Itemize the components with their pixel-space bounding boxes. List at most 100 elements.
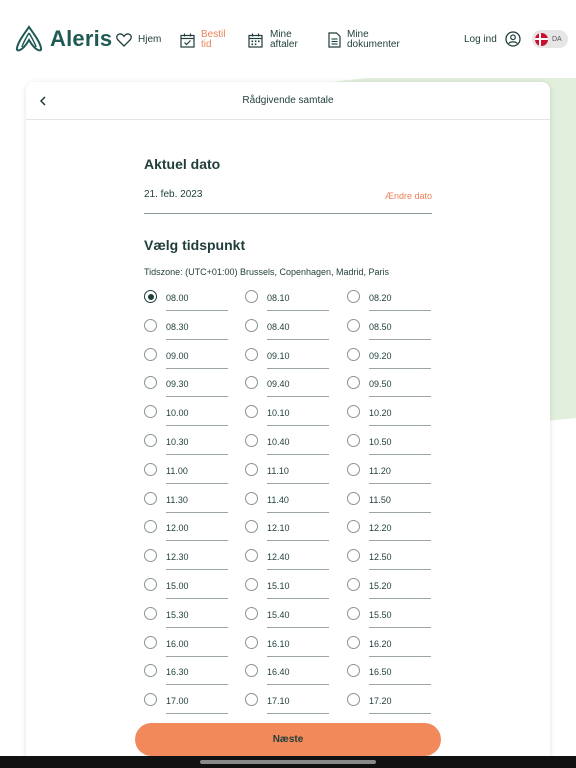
time-slot-radio[interactable] xyxy=(144,520,157,534)
time-slot-radio[interactable] xyxy=(347,462,360,476)
time-slot[interactable]: 09.50 xyxy=(347,372,431,401)
time-slot-radio[interactable] xyxy=(245,318,258,332)
time-slot-radio[interactable] xyxy=(144,376,157,390)
time-slot[interactable]: 12.10 xyxy=(245,516,329,545)
time-slot-radio[interactable] xyxy=(347,664,360,678)
time-slot[interactable]: 12.20 xyxy=(347,516,431,545)
time-slot[interactable]: 12.30 xyxy=(144,545,228,574)
time-slot-radio[interactable] xyxy=(245,693,258,707)
time-slot[interactable]: 10.20 xyxy=(347,401,431,430)
next-button[interactable]: Næste xyxy=(135,723,441,756)
time-slot-radio[interactable] xyxy=(347,347,360,361)
language-switch[interactable]: DA xyxy=(532,30,568,48)
time-slot[interactable]: 08.40 xyxy=(245,315,329,344)
time-slot-radio[interactable] xyxy=(245,635,258,649)
time-slot-radio[interactable] xyxy=(144,318,157,332)
time-slot[interactable]: 15.10 xyxy=(245,574,329,603)
time-slot[interactable]: 10.10 xyxy=(245,401,329,430)
time-slot[interactable]: 16.20 xyxy=(347,632,431,661)
time-slot-radio[interactable] xyxy=(144,290,157,303)
time-slot-radio[interactable] xyxy=(245,606,258,620)
time-slot[interactable]: 17.20 xyxy=(347,689,431,718)
time-slot[interactable]: 16.10 xyxy=(245,632,329,661)
change-date-link[interactable]: Ændre dato xyxy=(385,191,432,201)
time-slot[interactable]: 15.30 xyxy=(144,603,228,632)
time-slot[interactable]: 08.10 xyxy=(245,286,329,315)
user-icon[interactable] xyxy=(505,31,521,47)
time-slot[interactable]: 16.30 xyxy=(144,660,228,689)
time-slot[interactable]: 08.50 xyxy=(347,315,431,344)
time-slot-radio[interactable] xyxy=(347,693,360,707)
time-slot-radio[interactable] xyxy=(245,491,258,505)
time-slot-radio[interactable] xyxy=(347,376,360,390)
time-slot[interactable]: 17.10 xyxy=(245,689,329,718)
time-slot-radio[interactable] xyxy=(347,290,360,303)
time-slot[interactable]: 09.20 xyxy=(347,344,431,373)
time-slot[interactable]: 15.40 xyxy=(245,603,329,632)
time-slot[interactable]: 11.00 xyxy=(144,459,228,488)
time-slot[interactable]: 08.00 xyxy=(144,286,228,315)
time-slot-radio[interactable] xyxy=(144,462,157,476)
time-slot-radio[interactable] xyxy=(245,405,258,419)
time-slot-radio[interactable] xyxy=(347,635,360,649)
time-slot-radio[interactable] xyxy=(347,405,360,419)
time-slot[interactable]: 15.20 xyxy=(347,574,431,603)
time-slot-radio[interactable] xyxy=(144,693,157,707)
nav-book-appointment[interactable]: Bestil tid xyxy=(180,30,225,50)
time-slot-radio[interactable] xyxy=(245,520,258,534)
time-slot-radio[interactable] xyxy=(347,578,360,591)
time-slot[interactable]: 11.20 xyxy=(347,459,431,488)
time-slot-radio[interactable] xyxy=(347,520,360,534)
time-slot-radio[interactable] xyxy=(144,664,157,678)
time-slot[interactable]: 11.30 xyxy=(144,488,228,517)
time-slot-radio[interactable] xyxy=(245,462,258,476)
time-slot[interactable]: 09.10 xyxy=(245,344,329,373)
time-slot[interactable]: 08.30 xyxy=(144,315,228,344)
time-slot[interactable]: 11.10 xyxy=(245,459,329,488)
time-slot[interactable]: 16.50 xyxy=(347,660,431,689)
time-slot[interactable]: 12.00 xyxy=(144,516,228,545)
time-slot-radio[interactable] xyxy=(144,578,157,591)
time-slot-radio[interactable] xyxy=(245,347,258,361)
time-slot-radio[interactable] xyxy=(144,635,157,649)
nav-home[interactable]: Hjem xyxy=(116,32,161,47)
login-link[interactable]: Log ind xyxy=(464,34,497,45)
time-slot[interactable]: 11.50 xyxy=(347,488,431,517)
time-slot-radio[interactable] xyxy=(245,549,258,563)
time-slot[interactable]: 09.40 xyxy=(245,372,329,401)
time-slot-radio[interactable] xyxy=(144,434,157,447)
time-slot[interactable]: 10.00 xyxy=(144,401,228,430)
time-slot[interactable]: 17.00 xyxy=(144,689,228,718)
time-slot-radio[interactable] xyxy=(347,606,360,620)
time-slot-radio[interactable] xyxy=(347,434,360,447)
time-slot[interactable]: 12.50 xyxy=(347,545,431,574)
time-slot-radio[interactable] xyxy=(347,549,360,563)
time-slot-radio[interactable] xyxy=(144,405,157,419)
time-slot-radio[interactable] xyxy=(245,376,258,390)
time-slot[interactable]: 08.20 xyxy=(347,286,431,315)
time-slot[interactable]: 16.00 xyxy=(144,632,228,661)
time-slot-radio[interactable] xyxy=(144,606,157,620)
time-slot-radio[interactable] xyxy=(144,347,157,361)
time-slot-radio[interactable] xyxy=(347,318,360,332)
time-slot[interactable]: 09.30 xyxy=(144,372,228,401)
aleris-logo[interactable]: Aleris xyxy=(14,24,112,54)
time-slot[interactable]: 15.00 xyxy=(144,574,228,603)
time-slot[interactable]: 09.00 xyxy=(144,344,228,373)
time-slot[interactable]: 11.40 xyxy=(245,488,329,517)
time-slot-radio[interactable] xyxy=(245,290,258,303)
time-slot-radio[interactable] xyxy=(245,578,258,591)
time-slot[interactable]: 16.40 xyxy=(245,660,329,689)
time-slot-radio[interactable] xyxy=(347,491,360,505)
time-slot[interactable]: 10.40 xyxy=(245,430,329,459)
time-slot-radio[interactable] xyxy=(245,434,258,447)
time-slot-radio[interactable] xyxy=(245,664,258,678)
time-slot-radio[interactable] xyxy=(144,491,157,505)
time-slot-radio[interactable] xyxy=(144,549,157,563)
time-slot[interactable]: 15.50 xyxy=(347,603,431,632)
nav-my-documents[interactable]: Mine dokumenter xyxy=(328,30,400,50)
nav-my-appointments[interactable]: Mine aftaler xyxy=(248,30,298,50)
time-slot[interactable]: 12.40 xyxy=(245,545,329,574)
time-slot[interactable]: 10.30 xyxy=(144,430,228,459)
time-slot[interactable]: 10.50 xyxy=(347,430,431,459)
